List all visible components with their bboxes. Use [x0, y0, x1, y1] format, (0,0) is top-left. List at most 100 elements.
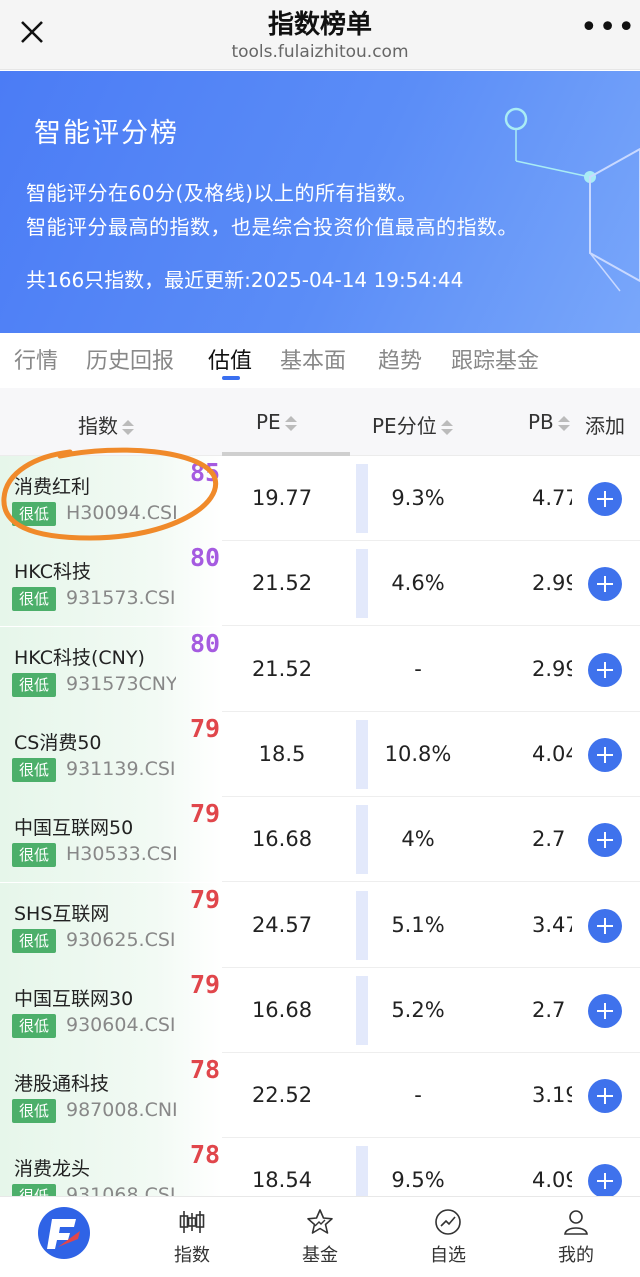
score-value: 79	[190, 885, 221, 914]
more-menu-icon[interactable]: •••	[580, 13, 635, 48]
index-code: 930604.CSI	[66, 1014, 176, 1036]
top-bar: 指数榜单 tools.fulaizhitou.com •••	[0, 0, 640, 70]
table-row[interactable]: HKC科技(CNY) 很低 931573CNY00.CSI 80 21.52 - 2.99	[0, 627, 640, 712]
score-value: 79	[190, 714, 221, 743]
page-title: 指数榜单	[267, 10, 372, 40]
pe-percentile-value: 4%	[401, 827, 435, 851]
add-to-watchlist-button[interactable]	[588, 994, 622, 1028]
valuation-badge: 很低	[12, 843, 56, 867]
pe-percentile-value: 5.2%	[391, 998, 445, 1022]
add-to-watchlist-button[interactable]	[588, 909, 622, 943]
nav-index[interactable]: 指数	[128, 1197, 256, 1277]
index-code: 931573CNY00.CSI	[66, 673, 176, 695]
add-to-watchlist-button[interactable]	[588, 823, 622, 857]
pe-percentile-value: 5.1%	[391, 913, 445, 937]
watchlist-chart-icon	[435, 1209, 461, 1235]
add-to-watchlist-button[interactable]	[588, 653, 622, 687]
valuation-badge: 很低	[12, 1184, 56, 1196]
pb-value: 3.47	[532, 913, 572, 937]
tab-fundamentals[interactable]: 基本面	[280, 343, 346, 375]
column-header-index[interactable]: 指数	[78, 410, 134, 439]
nav-fund[interactable]: 基金	[256, 1197, 384, 1277]
pb-value: 3.19	[532, 1083, 572, 1107]
fund-star-icon	[307, 1209, 333, 1234]
add-to-watchlist-button[interactable]	[588, 482, 622, 516]
hexagon-network-icon	[504, 107, 640, 292]
add-to-watchlist-button[interactable]	[588, 1164, 622, 1196]
table-row[interactable]: 消费龙头很低 931068.CSI 78 18.54 9.5% 4.09	[0, 1138, 640, 1196]
valuation-badge: 很低	[12, 673, 56, 697]
pe-percentile-value: -	[414, 1083, 422, 1107]
table-row[interactable]: 港股通科技很低 987008.CNI 78 22.52 - 3.19	[0, 1053, 640, 1138]
column-header-pe-percentile[interactable]: PE分位	[372, 410, 453, 439]
index-name: 中国互联网50	[14, 817, 134, 839]
page-url: tools.fulaizhitou.com	[231, 42, 409, 62]
pe-value: 16.68	[251, 827, 313, 851]
index-name: 消费红利	[14, 476, 91, 498]
tab-history-return[interactable]: 历史回报	[86, 343, 174, 375]
column-header-index-label: 指数	[78, 414, 118, 438]
column-header-pb-label: PB	[528, 410, 554, 434]
valuation-badge: 很低	[12, 758, 56, 782]
table-row[interactable]: HKC科技很低 931573.CSI 80 21.52 4.6% 2.99	[0, 541, 640, 626]
valuation-badge: 很低	[12, 1014, 56, 1038]
tab-market[interactable]: 行情	[14, 343, 58, 375]
score-value: 79	[190, 970, 221, 999]
index-name: 消费龙头	[14, 1158, 91, 1180]
table-row[interactable]: CS消费50 很低 931139.CSI 79 18.5 10.8% 4.04	[0, 712, 640, 797]
pe-value: 21.52	[251, 657, 313, 681]
index-name: 中国互联网30	[14, 988, 134, 1010]
pb-value: 2.7	[532, 998, 566, 1022]
table-header: 指数 PE PE分位 PB 添加	[0, 388, 640, 456]
tab-tracking-funds[interactable]: 跟踪基金	[451, 343, 539, 375]
pe-percentile-value: 10.8%	[384, 742, 452, 766]
score-value: 78	[190, 1140, 221, 1169]
nav-profile[interactable]: 我的	[512, 1197, 640, 1277]
index-code: 931139.CSI	[66, 758, 176, 780]
index-name: HKC科技(CNY)	[14, 647, 145, 669]
sort-icon	[557, 415, 570, 432]
column-header-pe-label: PE	[256, 410, 281, 434]
column-header-add: 添加	[585, 414, 625, 438]
table-row[interactable]: 中国互联网30 很低 930604.CSI 79 16.68 5.2% 2.7	[0, 968, 640, 1053]
index-code: 987008.CNI	[66, 1099, 176, 1121]
table-row[interactable]: 消费红利很低 H30094.CSI 85 19.77 9.3% 4.77	[0, 456, 640, 541]
tab-valuation[interactable]: 估值	[208, 343, 252, 375]
column-header-pb[interactable]: PB	[528, 410, 574, 434]
table-row[interactable]: SHS互联网很低 930625.CSI 79 24.57 5.1% 3.47	[0, 883, 640, 968]
score-banner: 智能评分榜 智能评分在60分(及格线)以上的所有指数。 智能评分最高的指数，也是…	[0, 71, 640, 333]
nav-watchlist-label: 自选	[430, 1245, 466, 1266]
valuation-badge: 很低	[12, 929, 56, 953]
index-code: 931068.CSI	[66, 1184, 176, 1196]
pe-value: 18.54	[251, 1168, 313, 1192]
pe-percentile-value: -	[414, 657, 422, 681]
banner-title: 智能评分榜	[34, 118, 179, 149]
pb-value: 4.77	[532, 486, 572, 510]
profile-icon	[564, 1210, 588, 1235]
valuation-badge: 很低	[12, 502, 56, 526]
app-logo-icon	[38, 1207, 90, 1259]
valuation-badge: 很低	[12, 587, 56, 611]
pb-value: 2.7	[532, 827, 566, 851]
add-to-watchlist-button[interactable]	[588, 1079, 622, 1113]
bottom-navigation: 指数 基金 自选 我的	[0, 1196, 640, 1277]
pe-percentile-value: 4.6%	[391, 571, 445, 595]
table-row[interactable]: 中国互联网50 很低 H30533.CSI 79 16.68 4% 2.7	[0, 797, 640, 882]
column-header-pe[interactable]: PE	[256, 410, 297, 434]
nav-home[interactable]	[0, 1197, 128, 1277]
nav-watchlist[interactable]: 自选	[384, 1197, 512, 1277]
index-name: SHS互联网	[14, 903, 110, 925]
pe-value: 24.57	[251, 913, 313, 937]
score-value: 79	[190, 799, 221, 828]
score-value: 80	[190, 629, 221, 658]
pe-value: 18.5	[258, 742, 306, 766]
pe-percentile-value: 9.3%	[391, 486, 445, 510]
nav-index-label: 指数	[174, 1245, 210, 1266]
score-value: 78	[190, 1055, 221, 1084]
add-to-watchlist-button[interactable]	[588, 738, 622, 772]
tab-trend[interactable]: 趋势	[378, 343, 422, 375]
index-code: 931573.CSI	[66, 587, 176, 609]
add-to-watchlist-button[interactable]	[588, 567, 622, 601]
nav-profile-label: 我的	[558, 1245, 594, 1266]
index-name: CS消费50	[14, 732, 102, 754]
